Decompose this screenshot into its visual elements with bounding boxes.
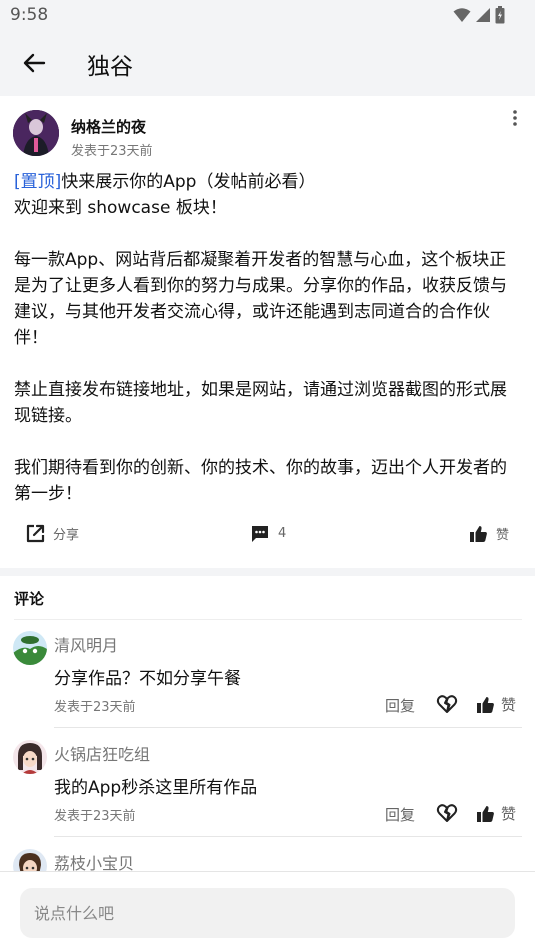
broken-heart-icon: [436, 804, 458, 822]
reply-button[interactable]: 回复: [385, 804, 415, 825]
status-time: 9:58: [10, 5, 49, 25]
back-button[interactable]: [20, 50, 48, 76]
more-vertical-icon: [513, 110, 517, 126]
author-name[interactable]: 纳格兰的夜: [71, 116, 146, 137]
thumbs-up-icon: [470, 525, 487, 542]
comment-time: 发表于23天前: [54, 809, 136, 824]
reply-button[interactable]: 回复: [385, 695, 415, 716]
divider: [54, 836, 522, 837]
comment-like-button[interactable]: 赞: [476, 694, 516, 715]
dislike-button[interactable]: [436, 693, 458, 715]
comment-input-bar: [0, 871, 535, 951]
wifi-icon: [453, 8, 471, 22]
like-label: 赞: [501, 696, 517, 714]
signal-icon: [476, 8, 490, 22]
battery-icon: [495, 6, 505, 24]
thumbs-up-icon: [477, 696, 494, 713]
commenter-avatar-image: [13, 631, 47, 665]
comment-text: 分享作品？不如分享午餐: [54, 669, 241, 689]
comment-icon: [252, 526, 268, 542]
commenter-avatar-image: [13, 740, 47, 774]
comment-input[interactable]: [20, 888, 515, 938]
thumbs-up-icon: [477, 805, 494, 822]
post-body: [置顶]快来展示你的App（发帖前必看） 欢迎来到 showcase 板块！ 每…: [14, 169, 519, 507]
pin-tag: [置顶]: [14, 172, 62, 192]
comments-header: 评论: [14, 590, 45, 608]
commenter-name[interactable]: 火锅店狂吃组: [54, 741, 150, 765]
post-actions: 分享 4 赞: [0, 520, 535, 548]
comment-count: 4: [278, 526, 287, 541]
share-button[interactable]: 分享: [26, 524, 79, 543]
comment-button[interactable]: 4: [250, 524, 286, 543]
arrow-left-icon: [23, 53, 46, 73]
like-label: 赞: [501, 805, 517, 823]
like-label: 赞: [496, 528, 510, 543]
comment-like-button[interactable]: 赞: [476, 803, 516, 824]
broken-heart-icon: [436, 695, 458, 713]
comment-time: 发表于23天前: [54, 700, 136, 715]
post-time: 发表于23天前: [71, 144, 153, 159]
post-title: [置顶]快来展示你的App（发帖前必看）: [14, 169, 519, 195]
avatar[interactable]: [13, 631, 47, 665]
commenter-name[interactable]: 清风明月: [54, 632, 118, 656]
more-button[interactable]: [510, 110, 520, 126]
share-label: 分享: [53, 528, 80, 543]
status-icons: [453, 6, 505, 24]
avatar[interactable]: [13, 110, 59, 156]
like-button[interactable]: 赞: [469, 524, 509, 543]
post-title-text: 快来展示你的App（发帖前必看）: [61, 172, 316, 192]
post-paragraph: 欢迎来到 showcase 板块！: [14, 198, 227, 218]
author-avatar-image: [13, 110, 59, 156]
post-card: 纳格兰的夜 发表于23天前 [置顶]快来展示你的App（发帖前必看） 欢迎来到 …: [0, 96, 535, 568]
section-divider: [0, 568, 535, 576]
avatar[interactable]: [13, 740, 47, 774]
status-bar: 9:58: [0, 0, 535, 30]
post-paragraph: 每一款App、网站背后都凝聚着开发者的智慧与心血，这个板块正是为了让更多人看到你…: [14, 250, 507, 348]
comment-text: 我的App秒杀这里所有作品: [54, 778, 258, 798]
post-paragraph: 我们期待看到你的创新、你的技术、你的故事，迈出个人开发者的第一步！: [14, 458, 507, 504]
app-bar: 独谷: [0, 30, 535, 96]
divider: [54, 727, 522, 728]
page-title: 独谷: [87, 54, 133, 80]
divider: [14, 619, 522, 620]
post-paragraph: 禁止直接发布链接地址，如果是网站，请通过浏览器截图的形式展现链接。: [14, 380, 507, 426]
share-icon: [26, 524, 45, 543]
dislike-button[interactable]: [436, 802, 458, 824]
